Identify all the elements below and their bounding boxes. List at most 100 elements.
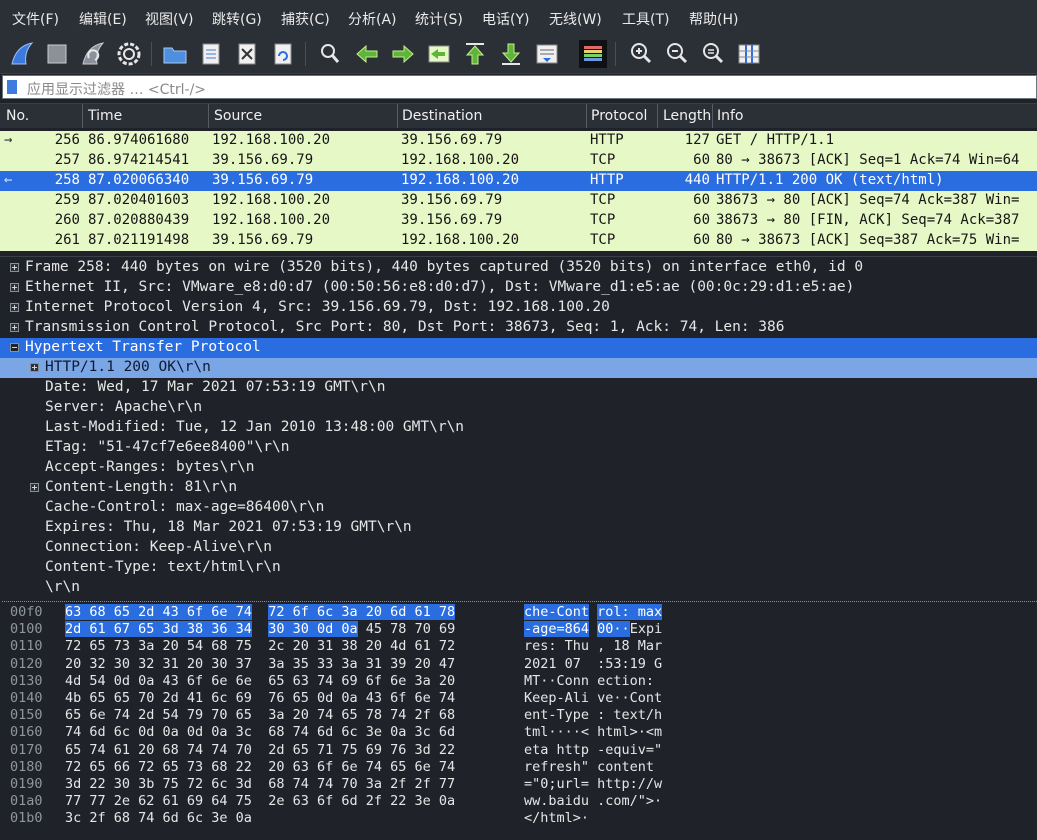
ascii-bytes[interactable]: tml····< bbox=[524, 724, 589, 740]
ascii-bytes[interactable]: res: Thu bbox=[524, 638, 589, 654]
ascii-bytes[interactable]: : text/h bbox=[597, 707, 662, 723]
stop-square-icon[interactable] bbox=[43, 40, 71, 68]
detail-tree-item[interactable]: ETag: "51-47cf7e6ee8400"\r\n bbox=[0, 438, 1037, 458]
packet-row[interactable]: 261 87.021191498 39.156.69.79 192.168.100.2… bbox=[0, 231, 1037, 251]
hex-bytes[interactable]: 4b 65 65 70 2d 41 6c 69 bbox=[65, 690, 252, 706]
column-header-info[interactable]: Info bbox=[717, 108, 744, 124]
folder-open-icon[interactable] bbox=[161, 40, 189, 68]
detail-tree-item[interactable]: Last-Modified: Tue, 12 Jan 2010 13:48:00… bbox=[0, 418, 1037, 438]
detail-tree-item[interactable]: Connection: Keep-Alive\r\n bbox=[0, 538, 1037, 558]
bookmark-icon[interactable] bbox=[7, 80, 17, 94]
ascii-bytes[interactable]: ww.baidu bbox=[524, 793, 589, 809]
arrow-top-icon[interactable] bbox=[461, 40, 489, 68]
search-icon[interactable] bbox=[316, 40, 344, 68]
column-divider[interactable] bbox=[586, 104, 587, 128]
column-divider[interactable] bbox=[712, 104, 713, 128]
collapse-minus-icon[interactable] bbox=[10, 343, 19, 352]
detail-tree-item[interactable]: Date: Wed, 17 Mar 2021 07:53:19 GMT\r\n bbox=[0, 378, 1037, 398]
detail-tree-item[interactable]: Internet Protocol Version 4, Src: 39.156… bbox=[0, 298, 1037, 318]
menu-view[interactable]: 视图(V) bbox=[145, 9, 194, 29]
menu-file[interactable]: 文件(F) bbox=[12, 9, 59, 29]
detail-tree-item[interactable]: Expires: Thu, 18 Mar 2021 07:53:19 GMT\r… bbox=[0, 518, 1037, 538]
detail-tree-item[interactable]: Content-Length: 81\r\n bbox=[0, 478, 1037, 498]
expand-plus-icon[interactable] bbox=[30, 483, 39, 492]
hex-bytes[interactable]: 3c 2f 68 74 6d 6c 3e 0a bbox=[65, 810, 252, 826]
hex-bytes[interactable]: 3a 35 33 3a 31 39 20 47 bbox=[268, 656, 455, 672]
hex-bytes[interactable]: 20 32 30 32 31 20 30 37 bbox=[65, 656, 252, 672]
shark-fin-start-icon[interactable] bbox=[8, 40, 36, 68]
hex-bytes[interactable]: 77 77 2e 62 61 69 64 75 bbox=[65, 793, 252, 809]
expand-plus-icon[interactable] bbox=[10, 283, 19, 292]
ascii-bytes[interactable]: rol: max bbox=[597, 604, 663, 620]
expand-plus-icon[interactable] bbox=[10, 263, 19, 272]
ascii-bytes[interactable]: refresh" bbox=[524, 759, 589, 775]
arrow-left-icon[interactable] bbox=[353, 40, 381, 68]
ascii-bytes[interactable]: </html>· bbox=[524, 810, 589, 826]
detail-tree-item[interactable]: Cache-Control: max-age=86400\r\n bbox=[0, 498, 1037, 518]
ascii-bytes[interactable]: html>·<m bbox=[597, 724, 662, 740]
autoscroll-icon[interactable] bbox=[533, 40, 561, 68]
zoom-in-icon[interactable] bbox=[627, 40, 655, 68]
hex-bytes[interactable]: 3d 22 30 3b 75 72 6c 3d bbox=[65, 776, 252, 792]
column-header-destination[interactable]: Destination bbox=[402, 108, 482, 124]
packet-row[interactable]: 260 87.020880439 192.168.100.20 39.156.69.7… bbox=[0, 211, 1037, 231]
ascii-bytes[interactable]: http://w bbox=[597, 776, 662, 792]
ascii-bytes[interactable]: ent-Type bbox=[524, 707, 589, 723]
detail-tree-item[interactable]: Ethernet II, Src: VMware_e8:d0:d7 (00:50… bbox=[0, 278, 1037, 298]
menu-edit[interactable]: 编辑(E) bbox=[79, 9, 127, 29]
hex-bytes[interactable]: 2e 63 6f 6d 2f 22 3e 0a bbox=[268, 793, 455, 809]
resize-columns-icon[interactable] bbox=[735, 40, 763, 68]
detail-tree-item[interactable]: Hypertext Transfer Protocol bbox=[0, 338, 1037, 358]
ascii-bytes[interactable]: -equiv=" bbox=[597, 742, 662, 758]
detail-tree-item[interactable]: Transmission Control Protocol, Src Port:… bbox=[0, 318, 1037, 338]
menu-wireless[interactable]: 无线(W) bbox=[549, 9, 602, 29]
packet-row[interactable]: 259 87.020401603 192.168.100.20 39.156.69.7… bbox=[0, 191, 1037, 211]
hex-bytes[interactable]: 68 74 74 70 3a 2f 2f 77 bbox=[268, 776, 455, 792]
hex-bytes[interactable]: 2d 61 67 65 3d 38 36 34 bbox=[65, 621, 252, 638]
ascii-bytes[interactable]: :53:19 G bbox=[597, 656, 662, 672]
column-header-source[interactable]: Source bbox=[214, 108, 262, 124]
menu-capture[interactable]: 捕获(C) bbox=[281, 9, 330, 29]
hex-bytes[interactable]: 20 63 6f 6e 74 65 6e 74 bbox=[268, 759, 455, 775]
ascii-bytes[interactable]: .com/">· bbox=[597, 793, 662, 809]
column-divider[interactable] bbox=[657, 104, 658, 128]
ascii-bytes[interactable]: 00·· bbox=[597, 621, 630, 638]
ascii-bytes[interactable]: Expi bbox=[630, 621, 663, 637]
menu-tools[interactable]: 工具(T) bbox=[622, 9, 669, 29]
packet-row[interactable]: 257 86.974214541 39.156.69.79 192.168.100.2… bbox=[0, 151, 1037, 171]
menu-analyze[interactable]: 分析(A) bbox=[348, 9, 397, 29]
arrow-bottom-icon[interactable] bbox=[497, 40, 525, 68]
column-header-protocol[interactable]: Protocol bbox=[591, 108, 647, 124]
expand-plus-icon[interactable] bbox=[10, 323, 19, 332]
expand-plus-icon[interactable] bbox=[30, 363, 39, 372]
ascii-bytes[interactable]: che-Cont bbox=[524, 604, 590, 620]
hex-bytes[interactable]: 30 30 0d 0a bbox=[268, 621, 358, 638]
detail-tree-item[interactable]: HTTP/1.1 200 OK\r\n bbox=[0, 358, 1037, 378]
hex-bytes[interactable]: 2d 65 71 75 69 76 3d 22 bbox=[268, 742, 455, 758]
ascii-bytes[interactable]: Keep-Ali bbox=[524, 690, 589, 706]
gear-options-icon[interactable] bbox=[115, 40, 143, 68]
hex-bytes[interactable]: 4d 54 0d 0a 43 6f 6e 6e bbox=[65, 673, 252, 689]
detail-tree-item[interactable]: Server: Apache\r\n bbox=[0, 398, 1037, 418]
hex-bytes[interactable]: 68 74 6d 6c 3e 0a 3c 6d bbox=[268, 724, 455, 740]
column-header-no[interactable]: No. bbox=[6, 108, 29, 124]
reload-icon[interactable] bbox=[269, 40, 297, 68]
hex-bytes[interactable]: 45 78 70 69 bbox=[366, 621, 455, 637]
menu-help[interactable]: 帮助(H) bbox=[689, 9, 738, 29]
hex-bytes[interactable]: 65 63 74 69 6f 6e 3a 20 bbox=[268, 673, 455, 689]
column-header-time[interactable]: Time bbox=[88, 108, 122, 124]
hex-bytes[interactable]: 76 65 0d 0a 43 6f 6e 74 bbox=[268, 690, 455, 706]
ascii-bytes[interactable]: -age=864 bbox=[524, 621, 590, 638]
column-header-length[interactable]: Length bbox=[663, 108, 711, 124]
ascii-bytes[interactable]: eta http bbox=[524, 742, 589, 758]
arrow-right-icon[interactable] bbox=[389, 40, 417, 68]
display-filter-input[interactable]: 应用显示过滤器 … <Ctrl-/> bbox=[2, 75, 1037, 99]
detail-tree-item[interactable]: \r\n bbox=[0, 578, 1037, 598]
hex-bytes[interactable]: 74 6d 6c 0d 0a 0d 0a 3c bbox=[65, 724, 252, 740]
go-to-packet-icon[interactable] bbox=[425, 40, 453, 68]
hex-bytes[interactable]: 3a 20 74 65 78 74 2f 68 bbox=[268, 707, 455, 723]
packet-row[interactable]: ← 258 87.020066340 39.156.69.79 192.168.100.… bbox=[0, 171, 1037, 191]
menu-statistics[interactable]: 统计(S) bbox=[415, 9, 463, 29]
hex-bytes[interactable]: 72 6f 6c 3a 20 6d 61 78 bbox=[268, 604, 456, 620]
hex-bytes[interactable]: 72 65 73 3a 20 54 68 75 bbox=[65, 638, 252, 654]
